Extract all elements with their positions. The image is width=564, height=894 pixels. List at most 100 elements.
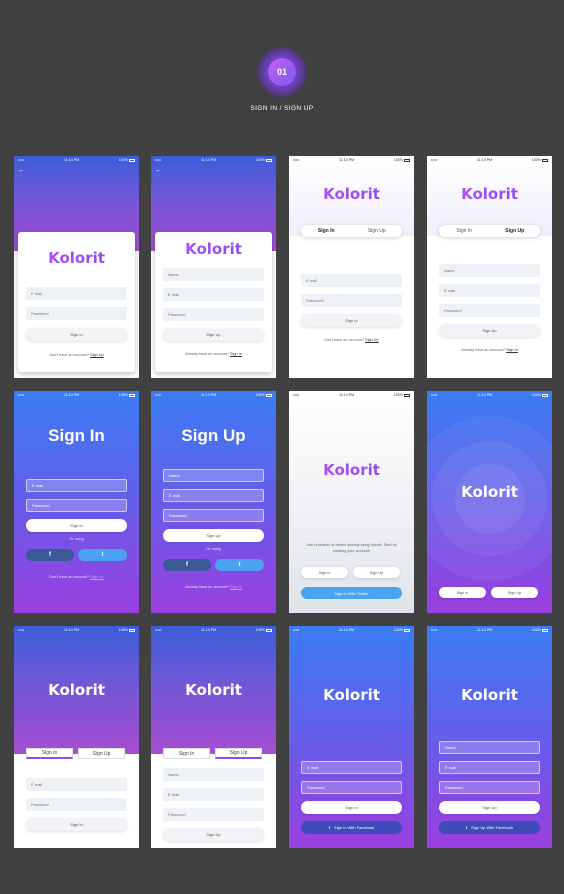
status-bar: ••••• 11:14 PM 100%: [151, 391, 276, 399]
email-field[interactable]: E mail: [26, 778, 127, 791]
password-field[interactable]: Password: [163, 808, 264, 821]
sign-up-button[interactable]: Sign Up: [163, 328, 264, 341]
sign-in-link[interactable]: Sign In: [506, 348, 518, 352]
sign-in-button[interactable]: Sign In: [26, 519, 127, 532]
signin-card: Kolorit E mail Password Sign In Don't ha…: [18, 232, 135, 372]
name-field[interactable]: Name: [439, 741, 540, 754]
email-field[interactable]: E mail: [163, 788, 264, 801]
facebook-icon: f: [465, 825, 468, 830]
status-bar: ••••• 11:14 PM 100%: [289, 156, 414, 164]
email-field[interactable]: E mail: [301, 761, 402, 774]
sign-up-button[interactable]: Sign Up: [439, 801, 540, 814]
page-title: Sign In: [48, 426, 105, 445]
sign-in-button[interactable]: Sign In: [26, 818, 127, 831]
signin-prompt: Already have an account? Sign In: [185, 585, 242, 589]
status-bar: ••••• 11:14 PM 100%: [289, 626, 414, 634]
facebook-button[interactable]: f: [26, 549, 74, 561]
password-field[interactable]: Password: [26, 798, 127, 811]
sign-in-button[interactable]: Sign In: [439, 587, 486, 598]
signup-prompt: Don't have an account? Sign Up: [49, 353, 104, 357]
tagline: Join hundreds of others already using Ko…: [306, 543, 397, 553]
password-field[interactable]: Password: [26, 499, 127, 512]
brand-logo: Kolorit: [427, 185, 552, 203]
email-field[interactable]: E mail: [163, 489, 264, 502]
sign-up-link[interactable]: Sign Up: [365, 338, 379, 342]
sign-up-link[interactable]: Sign Up: [90, 353, 104, 357]
facebook-icon: f: [186, 562, 188, 568]
password-field[interactable]: Password: [163, 308, 264, 321]
auth-tabs: Sign In Sign Up: [439, 225, 540, 237]
sign-in-button[interactable]: Sign In: [301, 567, 348, 578]
sign-in-button[interactable]: Sign In: [301, 801, 402, 814]
brand-logo: Kolorit: [289, 461, 414, 479]
facebook-button[interactable]: f: [163, 559, 211, 571]
screen-photo-signin: ••••• 11:14 PM 100% Kolorit Sign In Sign U…: [14, 626, 139, 848]
password-field[interactable]: Password: [439, 781, 540, 794]
sign-in-button[interactable]: Sign In: [301, 314, 402, 327]
name-field[interactable]: Name: [163, 268, 264, 281]
tab-sign-in[interactable]: Sign In: [439, 225, 490, 237]
sign-up-link[interactable]: Sign Up: [90, 575, 104, 579]
brand-logo: Kolorit: [289, 185, 414, 203]
signin-prompt: Already have an account? Sign In: [185, 352, 242, 356]
auth-tabs: Sign In Sign Up: [301, 225, 402, 237]
back-arrow-icon[interactable]: ←: [18, 167, 25, 174]
facebook-sign-in-button[interactable]: f Sign In With Facebook: [301, 821, 402, 834]
email-field[interactable]: E mail: [163, 288, 264, 301]
email-field[interactable]: E mail: [439, 761, 540, 774]
sign-in-link[interactable]: Sign In: [230, 585, 242, 589]
signin-prompt: Already have an account? Sign In: [461, 348, 518, 352]
back-arrow-icon[interactable]: ←: [155, 167, 162, 174]
tab-sign-up[interactable]: Sign Up: [490, 225, 541, 237]
screen-signin-social: ••••• 11:14 PM 100% Sign In E mail Passwor…: [14, 391, 139, 613]
screen-welcome-gradient: ••••• 11:14 PM 100% Kolorit Sign In Sign U…: [427, 391, 552, 613]
facebook-icon: f: [49, 552, 51, 558]
facebook-sign-up-button[interactable]: f Sign Up With Facebook: [439, 821, 540, 834]
tab-sign-up[interactable]: Sign Up: [78, 748, 125, 759]
name-field[interactable]: Name: [439, 264, 540, 277]
tab-sign-up[interactable]: Sign Up: [215, 748, 262, 759]
sign-up-button[interactable]: Sign Up: [163, 828, 264, 841]
password-field[interactable]: Password: [439, 304, 540, 317]
sign-up-button[interactable]: Sign Up: [353, 567, 400, 578]
or-using-label: Or using: [206, 547, 221, 551]
brand-logo: Kolorit: [185, 681, 242, 699]
tab-sign-in[interactable]: Sign In: [163, 748, 210, 759]
screen-gradient-signup-fb: ••••• 11:14 PM 100% Kolorit Name E mail Pa…: [427, 626, 552, 848]
email-field[interactable]: E mail: [439, 284, 540, 297]
twitter-button[interactable]: t: [215, 559, 264, 571]
tab-sign-in[interactable]: Sign In: [301, 225, 352, 237]
sign-up-button[interactable]: Sign Up: [439, 324, 540, 337]
email-field[interactable]: E mail: [26, 479, 127, 492]
sign-up-button[interactable]: Sign Up: [491, 587, 538, 598]
tab-sign-in[interactable]: Sign In: [26, 748, 73, 759]
status-bar: ••••• 11:14 PM 100%: [14, 391, 139, 399]
screen-gradient-signin-fb: ••••• 11:14 PM 100% Kolorit E mail Passwor…: [289, 626, 414, 848]
password-field[interactable]: Password: [26, 307, 127, 320]
password-field[interactable]: Password: [301, 294, 402, 307]
status-bar: ••••• 11:14 PM 100%: [151, 626, 276, 634]
page-title: Sign Up: [181, 426, 246, 445]
brand-logo: Kolorit: [461, 686, 518, 704]
password-field[interactable]: Password: [301, 781, 402, 794]
sign-in-button[interactable]: Sign In: [26, 328, 127, 341]
status-bar: ••••• 11:14 PM 100%: [151, 156, 276, 164]
email-field[interactable]: E mail: [26, 287, 127, 300]
twitter-sign-in-button[interactable]: Sign In With Twitter: [301, 587, 402, 599]
screen-signup-card: ••••• 11:14 PM 100% ← Kolorit Name E mail …: [151, 156, 276, 378]
password-field[interactable]: Password: [163, 509, 264, 522]
signup-card: Kolorit Name E mail Password Sign Up Alr…: [155, 232, 272, 372]
brand-logo: Kolorit: [461, 483, 518, 501]
status-bar: ••••• 11:14 PM 100%: [427, 156, 552, 164]
signup-prompt: Don't have an account? Sign Up: [324, 338, 379, 342]
name-field[interactable]: Name: [163, 768, 264, 781]
sign-in-link[interactable]: Sign In: [230, 352, 242, 356]
twitter-button[interactable]: t: [78, 549, 127, 561]
screen-signin-tabs: ••••• 11:14 PM 100% Kolorit Sign In Sign U…: [289, 156, 414, 378]
screen-photo-signup: ••••• 11:14 PM 100% Kolorit Sign In Sign U…: [151, 626, 276, 848]
sign-up-button[interactable]: Sign Up: [163, 529, 264, 542]
name-field[interactable]: Name: [163, 469, 264, 482]
status-bar: ••••• 11:14 PM 100%: [14, 626, 139, 634]
email-field[interactable]: E mail: [301, 274, 402, 287]
tab-sign-up[interactable]: Sign Up: [352, 225, 403, 237]
